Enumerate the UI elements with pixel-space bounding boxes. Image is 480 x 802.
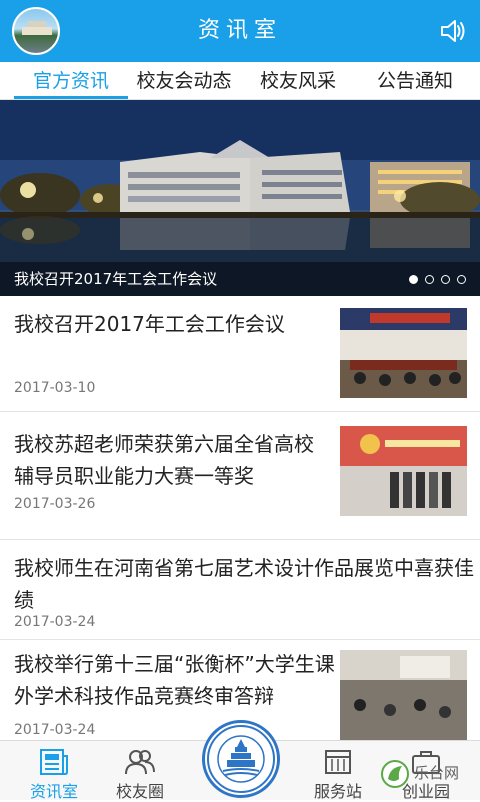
banner-caption: 我校召开2017年工会工作会议 xyxy=(14,270,218,288)
watermark-text: 乐台网 xyxy=(414,764,460,782)
tab-announcements[interactable]: 公告通知 xyxy=(360,62,470,100)
news-date: 2017-03-24 xyxy=(14,614,96,630)
tab-alumni-profiles[interactable]: 校友风采 xyxy=(244,62,352,100)
news-title: 我校召开2017年工会工作会议 xyxy=(14,312,285,336)
nav-label: 资讯室 xyxy=(29,782,78,801)
tab-alumni-news[interactable]: 校友会动态 xyxy=(128,62,240,100)
news-item[interactable]: 我校师生在河南省第七届艺术设计作品展览中喜获佳绩 2017-03-24 xyxy=(0,540,480,640)
building-icon xyxy=(325,750,351,774)
news-title: 我校师生在河南省第七届艺术设计作品展览中喜获佳绩 xyxy=(14,556,474,612)
app-header: 资讯室 xyxy=(0,0,480,62)
page-title: 资讯室 xyxy=(197,18,282,43)
nav-alumni-circle[interactable]: 校友圈 xyxy=(100,741,180,801)
newspaper-icon xyxy=(40,749,68,775)
university-seal-icon[interactable] xyxy=(202,720,280,798)
carousel-dot[interactable] xyxy=(425,275,434,284)
news-thumbnail xyxy=(340,426,467,516)
news-title: 我校苏超老师荣获第六届全省高校辅导员职业能力大赛一等奖 xyxy=(14,432,314,488)
tab-official-news[interactable]: 官方资讯 xyxy=(14,62,128,100)
news-date: 2017-03-26 xyxy=(14,496,96,512)
speaker-icon[interactable] xyxy=(438,16,468,46)
nav-service-station[interactable]: 服务站 xyxy=(298,741,378,801)
nav-news-room[interactable]: 资讯室 xyxy=(14,741,94,801)
news-date: 2017-03-24 xyxy=(14,722,96,738)
watermark: 乐台网 xyxy=(380,752,470,796)
news-thumbnail xyxy=(340,308,467,398)
news-item[interactable]: 我校召开2017年工会工作会议 2017-03-10 xyxy=(0,296,480,412)
news-item[interactable]: 我校苏超老师荣获第六届全省高校辅导员职业能力大赛一等奖 2017-03-26 xyxy=(0,412,480,540)
people-icon xyxy=(125,750,155,775)
category-tabs: 官方资讯 校友会动态 校友风采 公告通知 xyxy=(0,62,480,100)
carousel-dot[interactable] xyxy=(441,275,450,284)
carousel-dot-active[interactable] xyxy=(409,275,418,284)
nav-label: 服务站 xyxy=(313,782,362,801)
news-date: 2017-03-10 xyxy=(14,380,96,396)
nav-label: 校友圈 xyxy=(115,782,164,801)
carousel-dots xyxy=(402,275,466,285)
banner-carousel[interactable]: 我校召开2017年工会工作会议 xyxy=(0,100,480,296)
watermark-logo-icon xyxy=(381,760,409,788)
carousel-dot[interactable] xyxy=(457,275,466,284)
active-tab-indicator xyxy=(14,96,128,99)
news-title: 我校举行第十三届“张衡杯”大学生课外学术科技作品竞赛终审答辩 xyxy=(14,652,335,708)
news-thumbnail xyxy=(340,650,467,740)
